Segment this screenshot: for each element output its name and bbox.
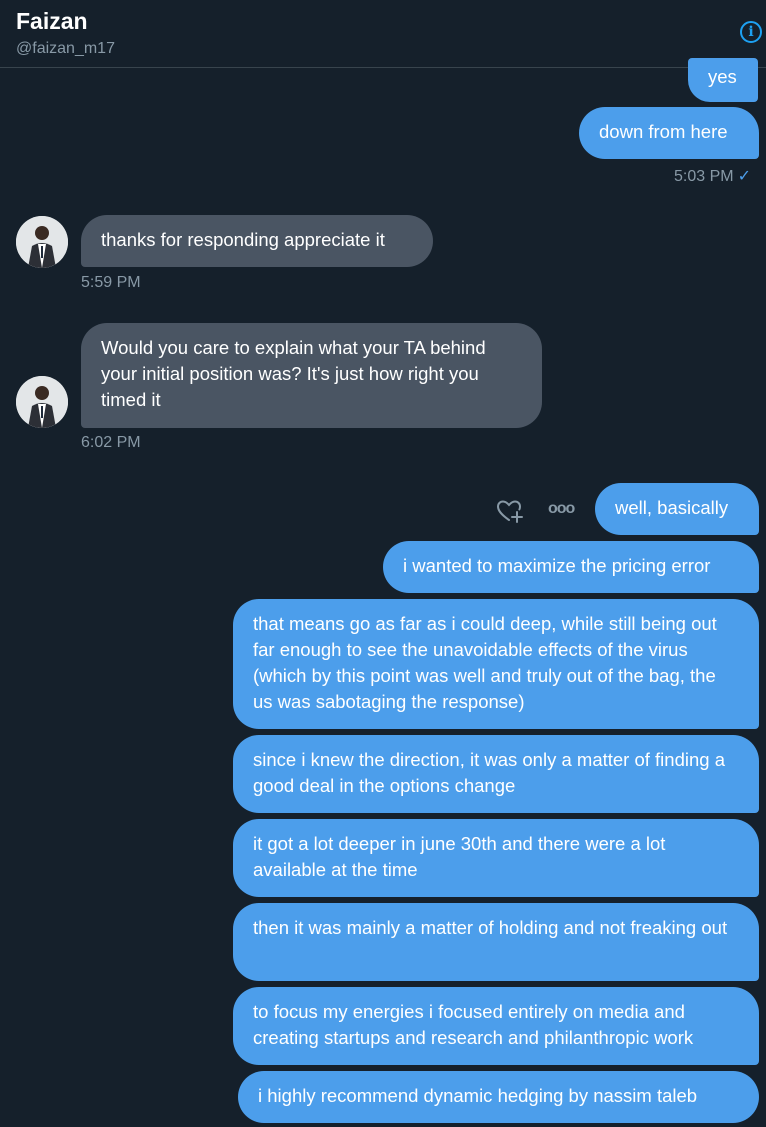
message-text: thanks for responding appreciate it	[101, 229, 385, 250]
conversation-header: Faizan @faizan_m17 i	[0, 0, 766, 68]
contact-handle: @faizan_m17	[16, 40, 115, 57]
message-text: Would you care to explain what your TA b…	[101, 337, 486, 410]
message-text: yes	[708, 66, 737, 87]
message-bubble[interactable]: since i knew the direction, it was only …	[233, 735, 759, 813]
more-options-icon[interactable]: ooo	[548, 498, 578, 520]
message-bubble[interactable]: well, basically	[595, 483, 759, 535]
message-text: that means go as far as i could deep, wh…	[253, 613, 717, 712]
message-text: since i knew the direction, it was only …	[253, 749, 725, 796]
message-bubble[interactable]: i wanted to maximize the pricing error	[383, 541, 759, 593]
message-text: then it was mainly a matter of holding a…	[253, 917, 728, 938]
message-text: well, basically	[615, 497, 729, 518]
react-heart-icon[interactable]	[496, 497, 524, 525]
message-text: it got a lot deeper in june 30th and the…	[253, 833, 666, 880]
message-bubble[interactable]: it got a lot deeper in june 30th and the…	[233, 819, 759, 897]
message-timestamp: 6:02 PM	[81, 434, 141, 451]
contact-name: Faizan	[16, 8, 88, 34]
message-bubble[interactable]: that means go as far as i could deep, wh…	[233, 599, 759, 729]
avatar[interactable]	[16, 376, 68, 428]
message-timestamp: 5:03 PM ✓	[674, 168, 751, 185]
message-bubble[interactable]: i highly recommend dynamic hedging by na…	[238, 1071, 759, 1123]
message-text: i wanted to maximize the pricing error	[403, 555, 711, 576]
read-check-icon: ✓	[737, 168, 751, 185]
message-bubble[interactable]: down from here	[579, 107, 759, 159]
info-icon[interactable]: i	[740, 21, 762, 43]
message-bubble[interactable]: to focus my energies i focused entirely …	[233, 987, 759, 1065]
message-bubble[interactable]: Would you care to explain what your TA b…	[81, 323, 542, 428]
message-bubble[interactable]: yes	[688, 58, 758, 102]
message-bubble[interactable]: then it was mainly a matter of holding a…	[233, 903, 759, 981]
message-bubble[interactable]: thanks for responding appreciate it	[81, 215, 433, 267]
message-text: i highly recommend dynamic hedging by na…	[258, 1085, 698, 1106]
message-text: to focus my energies i focused entirely …	[253, 1001, 694, 1048]
avatar[interactable]	[16, 216, 68, 268]
message-text: down from here	[599, 121, 728, 142]
message-timestamp: 5:59 PM	[81, 274, 141, 291]
